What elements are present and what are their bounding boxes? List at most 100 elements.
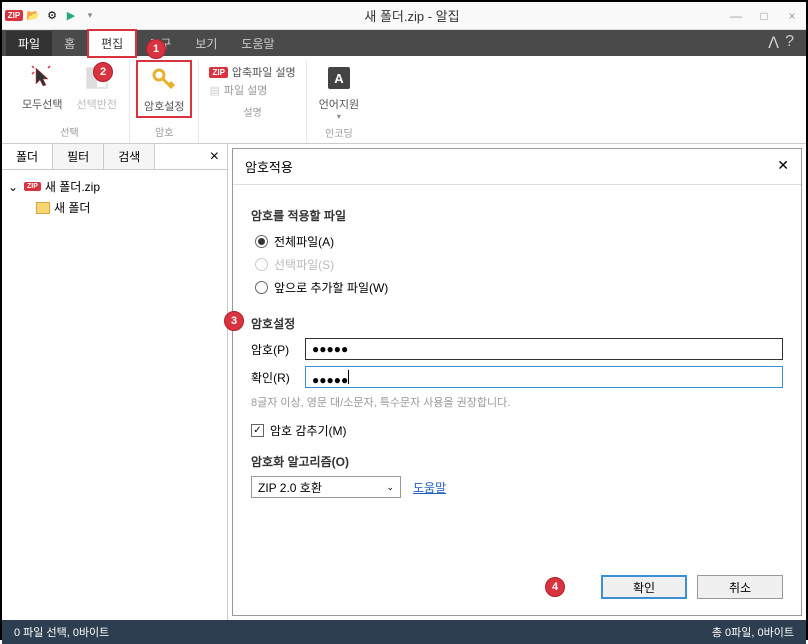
window-controls: — □ × (726, 9, 802, 23)
menu-home[interactable]: 홈 (52, 31, 87, 56)
radio-future-files[interactable]: 앞으로 추가할 파일(W) (251, 276, 783, 299)
cursor-icon (26, 62, 58, 94)
minimize-button[interactable]: — (726, 9, 746, 23)
tab-search[interactable]: 검색 (104, 144, 155, 169)
ribbon-group-encoding: A 언어지원 ▾ 인코딩 (307, 60, 371, 143)
sidebar: 폴더 필터 검색 × ⌄ ZIP 새 폴더.zip 새 폴더 (2, 144, 228, 620)
dialog-buttons: 4 확인 취소 (233, 575, 801, 615)
content-area: 폴더 필터 검색 × ⌄ ZIP 새 폴더.zip 새 폴더 암호적용 ✕ 암 (2, 144, 806, 620)
radio-all-files[interactable]: 전체파일(A) (251, 230, 783, 253)
confirm-label: 확인(R) (251, 369, 297, 386)
menu-help[interactable]: 도움말 (229, 31, 286, 56)
group-password-label: 암호 (155, 122, 173, 143)
help-icon[interactable]: ? (785, 33, 794, 53)
tab-folder[interactable]: 폴더 (2, 144, 53, 169)
settings-icon[interactable]: ⚙ (44, 8, 60, 24)
close-button[interactable]: × (782, 9, 802, 23)
select-invert-label: 선택반전 (76, 96, 116, 112)
statusbar: 0 파일 선택, 0바이트 총 0파일, 0바이트 (2, 620, 806, 644)
radio-icon (255, 281, 268, 294)
folder-icon (36, 202, 50, 214)
password-dialog: 암호적용 ✕ 암호를 적용할 파일 전체파일(A) 선택파일(S) 앞으로 추가… (232, 148, 802, 616)
tree-root[interactable]: ⌄ ZIP 새 폴더.zip (8, 176, 221, 197)
password-set-button[interactable]: 암호설정 (136, 60, 192, 118)
play-icon[interactable]: ▶ (63, 8, 79, 24)
sidebar-tabs: 폴더 필터 검색 × (2, 144, 227, 170)
tree-child-label: 새 폴더 (54, 199, 90, 216)
tree-root-label: 새 폴더.zip (45, 178, 100, 195)
tree-toggle-icon[interactable]: ⌄ (8, 180, 20, 194)
section-password-title: 암호설정 (251, 315, 783, 332)
confirm-row: 확인(R) ●●●●● (251, 366, 783, 388)
dialog-title: 암호적용 (245, 157, 293, 176)
algorithm-select[interactable]: ZIP 2.0 호환 ⌄ (251, 476, 401, 498)
radio-all-label: 전체파일(A) (274, 233, 334, 250)
password-label: 암호(P) (251, 341, 297, 358)
dialog-body: 암호를 적용할 파일 전체파일(A) 선택파일(S) 앞으로 추가할 파일(W)… (233, 185, 801, 575)
password-hint: 8글자 이상, 영문 대/소문자, 특수문자 사용을 권장합니다. (251, 394, 783, 410)
group-select-label: 선택 (60, 122, 78, 143)
confirm-input[interactable]: ●●●●● (305, 366, 783, 388)
radio-selected-files: 선택파일(S) (251, 253, 783, 276)
section-files-title: 암호를 적용할 파일 (251, 207, 783, 224)
file-icon: ▤ (209, 84, 219, 97)
zip-comment-label: 압축파일 설명 (232, 64, 296, 80)
tree-child[interactable]: 새 폴더 (8, 197, 221, 218)
menu-view[interactable]: 보기 (183, 31, 229, 56)
dialog-container: 암호적용 ✕ 암호를 적용할 파일 전체파일(A) 선택파일(S) 앞으로 추가… (228, 144, 806, 620)
dialog-header: 암호적용 ✕ (233, 149, 801, 185)
window-title: 새 폴더.zip - 알집 (98, 6, 726, 25)
file-comment-label: 파일 설명 (224, 82, 268, 98)
ribbon-group-password: 암호설정 암호 (130, 60, 199, 143)
lang-support-button[interactable]: A 언어지원 ▾ (313, 60, 365, 123)
menu-file[interactable]: 파일 (6, 31, 52, 56)
radio-icon (255, 235, 268, 248)
ok-button[interactable]: 확인 (601, 575, 687, 599)
status-left: 0 파일 선택, 0바이트 (14, 624, 109, 640)
chevron-down-icon: ⌄ (386, 482, 394, 493)
maximize-button[interactable]: □ (754, 9, 774, 23)
status-right: 총 0파일, 0바이트 (712, 624, 794, 640)
tab-filter[interactable]: 필터 (53, 144, 104, 169)
hide-password-checkbox[interactable]: ✓ 암호 감추기(M) (251, 422, 783, 439)
hide-password-label: 암호 감추기(M) (270, 422, 347, 439)
callout-4: 4 (545, 577, 565, 597)
menubar-right: ᐱ ? (768, 33, 802, 53)
collapse-ribbon-icon[interactable]: ᐱ (768, 33, 779, 53)
select-all-button[interactable]: 모두선택 (16, 60, 68, 114)
open-icon[interactable]: 📂 (25, 8, 41, 24)
callout-1: 1 (146, 39, 166, 59)
password-input[interactable]: ●●●●● (305, 338, 783, 360)
radio-selected-label: 선택파일(S) (274, 256, 334, 273)
key-icon (148, 64, 180, 96)
app-icon: ZIP (6, 8, 22, 24)
ribbon-group-comment: ZIP 압축파일 설명 ▤ 파일 설명 설명 (199, 60, 306, 143)
menubar: 파일 홈 편집 도구 보기 도움말 ᐱ ? (2, 30, 806, 56)
callout-2: 2 (93, 62, 113, 82)
section-algorithm-title: 암호화 알고리즘(O) (251, 453, 783, 470)
file-comment-button[interactable]: ▤ 파일 설명 (209, 82, 295, 98)
menu-edit[interactable]: 편집 (87, 29, 137, 58)
group-comment-label: 설명 (243, 102, 261, 123)
dropdown-icon[interactable]: ▾ (82, 8, 98, 24)
folder-tree: ⌄ ZIP 새 폴더.zip 새 폴더 (2, 170, 227, 224)
radio-future-label: 앞으로 추가할 파일(W) (274, 279, 388, 296)
radio-icon (255, 258, 268, 271)
ribbon: 모두선택 선택반전 선택 암호설정 암호 ZIP (2, 56, 806, 144)
lang-support-label: 언어지원 (319, 96, 359, 112)
algorithm-value: ZIP 2.0 호환 (258, 479, 322, 496)
zip-badge-icon: ZIP (209, 67, 227, 78)
titlebar: ZIP 📂 ⚙ ▶ ▾ 새 폴더.zip - 알집 — □ × (2, 2, 806, 30)
password-row: 암호(P) ●●●●● (251, 338, 783, 360)
password-set-label: 암호설정 (144, 98, 184, 114)
cancel-button[interactable]: 취소 (697, 575, 783, 599)
checkbox-icon: ✓ (251, 424, 264, 437)
quick-access-toolbar: ZIP 📂 ⚙ ▶ ▾ (6, 8, 98, 24)
zip-file-icon: ZIP (24, 182, 41, 191)
sidebar-close-button[interactable]: × (202, 144, 227, 169)
letter-a-icon: A (323, 62, 355, 94)
group-encoding-label: 인코딩 (325, 123, 353, 144)
help-link[interactable]: 도움말 (413, 479, 446, 496)
zip-comment-button[interactable]: ZIP 압축파일 설명 (209, 64, 295, 80)
dialog-close-button[interactable]: ✕ (777, 157, 789, 176)
